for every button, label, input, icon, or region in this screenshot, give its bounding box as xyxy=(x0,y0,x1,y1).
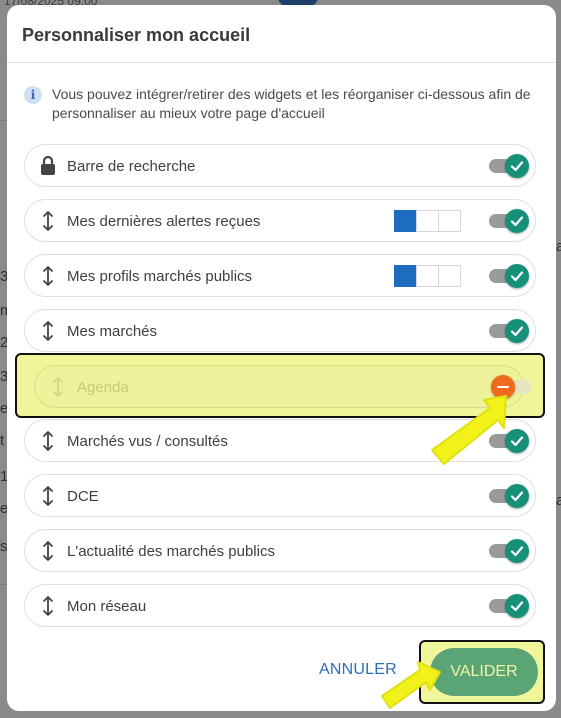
widget-size-selector xyxy=(394,210,461,232)
widget-row-search-bar[interactable]: Barre de recherche xyxy=(24,144,536,187)
widget-label: DCE xyxy=(67,488,99,505)
widget-label: Mon réseau xyxy=(67,598,147,615)
widget-toggle[interactable] xyxy=(489,539,529,563)
drag-handle-icon[interactable] xyxy=(39,485,57,507)
check-icon xyxy=(510,326,524,337)
widget-label: Mes profils marchés publics xyxy=(67,268,253,285)
remove-icon xyxy=(491,375,515,399)
widget-row-tender-profiles[interactable]: Mes profils marchés publics xyxy=(24,254,536,297)
widget-label: Agenda xyxy=(77,379,129,396)
widget-label: Mes marchés xyxy=(67,323,158,340)
dialog-title: Personnaliser mon accueil xyxy=(22,25,251,45)
check-icon xyxy=(510,436,524,447)
widget-toggle[interactable] xyxy=(489,154,529,178)
check-icon xyxy=(510,161,524,172)
widget-row-my-network[interactable]: Mon réseau xyxy=(24,584,536,627)
drag-handle-icon[interactable] xyxy=(39,320,57,342)
widget-size-selector xyxy=(394,265,461,287)
widget-row-dce[interactable]: DCE xyxy=(24,474,536,517)
widget-row-viewed-tenders[interactable]: Marchés vus / consultés xyxy=(24,419,536,462)
drag-handle-icon[interactable] xyxy=(39,430,57,452)
widget-row-latest-alerts[interactable]: Mes dernières alertes reçues xyxy=(24,199,536,242)
check-icon xyxy=(510,271,524,282)
drag-handle-icon[interactable] xyxy=(39,210,57,232)
drag-highlight: Agenda xyxy=(15,353,545,418)
confirm-highlight: VALIDER xyxy=(419,640,545,704)
check-icon xyxy=(510,601,524,612)
confirm-button[interactable]: VALIDER xyxy=(430,648,538,696)
widget-toggle[interactable] xyxy=(489,209,529,233)
widget-row-agenda[interactable]: Agenda xyxy=(34,365,531,408)
widget-row-my-tenders[interactable]: Mes marchés xyxy=(24,309,536,352)
drag-handle-icon[interactable] xyxy=(39,595,57,617)
widget-label: Marchés vus / consultés xyxy=(67,433,228,450)
drag-handle-icon[interactable] xyxy=(39,265,57,287)
widget-label: Barre de recherche xyxy=(67,158,196,175)
check-icon xyxy=(510,491,524,502)
lock-icon xyxy=(41,155,55,175)
cancel-button[interactable]: ANNULER xyxy=(319,661,397,679)
size-option-3[interactable] xyxy=(438,210,461,232)
widget-toggle[interactable] xyxy=(489,264,529,288)
widget-toggle[interactable] xyxy=(489,484,529,508)
widget-row-tender-news[interactable]: L'actualité des marchés publics xyxy=(24,529,536,572)
size-option-3[interactable] xyxy=(438,265,461,287)
widget-toggle[interactable] xyxy=(489,319,529,343)
background-divider xyxy=(0,120,6,121)
widget-toggle[interactable] xyxy=(489,429,529,453)
size-option-2[interactable] xyxy=(416,210,439,232)
background-text: a xyxy=(556,492,561,509)
info-message: i Vous pouvez intégrer/retirer des widge… xyxy=(24,85,544,123)
background-text: a xyxy=(556,238,561,255)
drag-handle-icon[interactable] xyxy=(49,376,67,398)
size-option-2[interactable] xyxy=(416,265,439,287)
check-icon xyxy=(510,216,524,227)
widget-toggle[interactable] xyxy=(491,375,537,399)
widget-label: Mes dernières alertes reçues xyxy=(67,213,261,230)
widget-toggle[interactable] xyxy=(489,594,529,618)
background-divider xyxy=(0,584,6,585)
check-icon xyxy=(510,546,524,557)
size-option-1[interactable] xyxy=(394,210,417,232)
widget-label: L'actualité des marchés publics xyxy=(67,543,275,560)
drag-handle-icon[interactable] xyxy=(39,540,57,562)
info-icon: i xyxy=(24,86,42,104)
info-text: Vous pouvez intégrer/retirer des widgets… xyxy=(52,86,531,121)
title-divider xyxy=(7,62,556,63)
size-option-1[interactable] xyxy=(394,265,417,287)
